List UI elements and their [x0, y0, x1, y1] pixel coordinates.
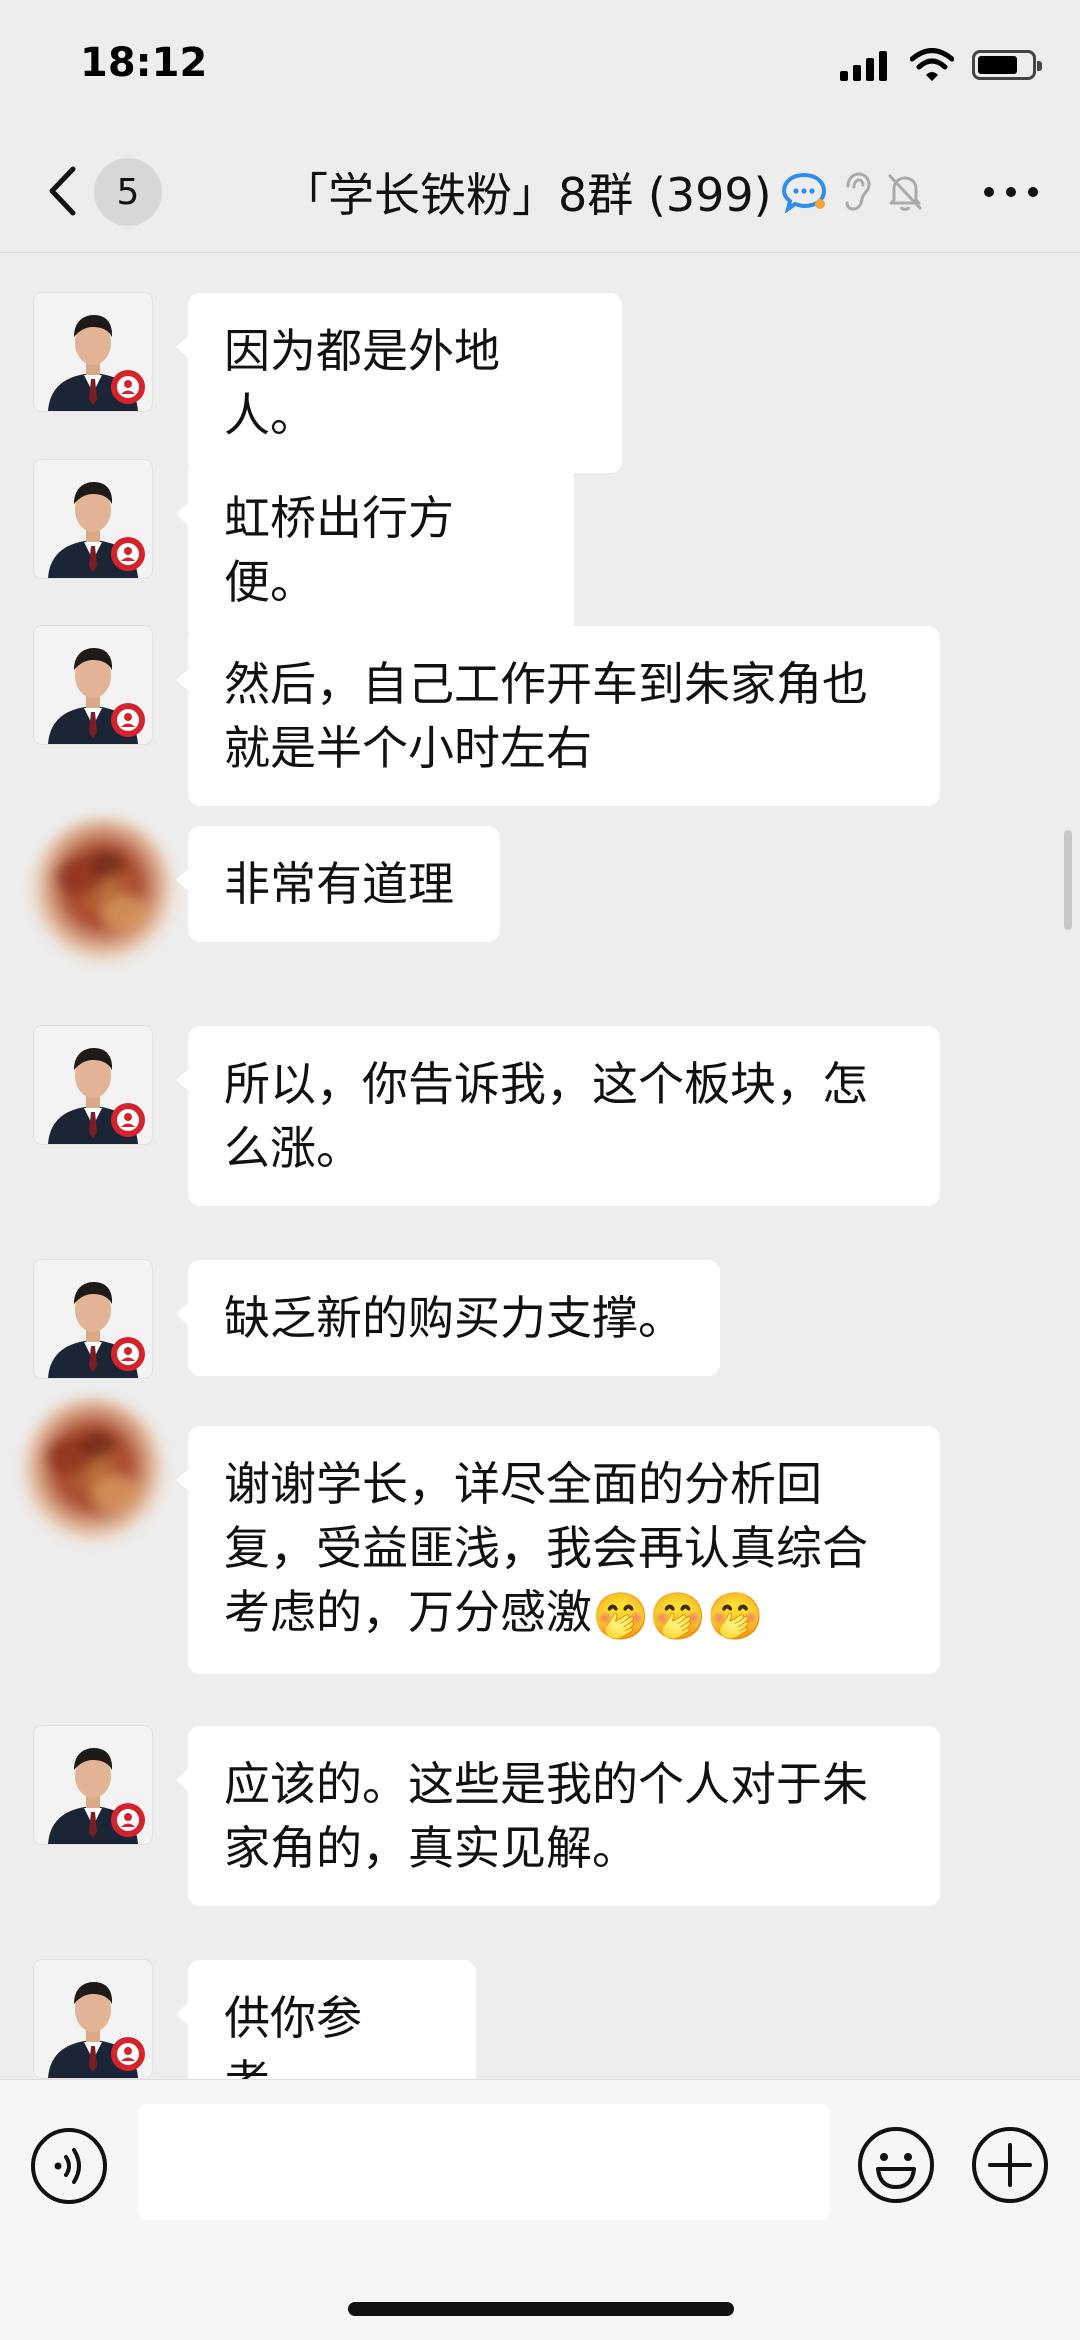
message-text: 非常有道理	[224, 857, 454, 911]
voice-button[interactable]	[30, 2127, 108, 2205]
home-indicator[interactable]	[348, 2302, 734, 2316]
message-text: 虹桥出行方便。	[224, 491, 454, 609]
wifi-icon	[910, 48, 954, 81]
message-bubble[interactable]: 应该的。这些是我的个人对于朱家角的，真实见解。	[176, 1726, 940, 1906]
emoji-smirk-icon: 🤭🤭🤭	[592, 1588, 764, 1643]
message-bubble[interactable]: 虹桥出行方便。	[176, 460, 574, 640]
back-button[interactable]	[36, 160, 88, 222]
message-bubble[interactable]: 谢谢学长，详尽全面的分析回复，受益匪浅，我会再认真综合考虑的，万分感激🤭🤭🤭	[176, 1426, 940, 1674]
chat-header: 5 「学长铁粉」8群 (399)	[0, 130, 1080, 253]
scrollbar-thumb[interactable]	[1064, 830, 1072, 930]
message-list[interactable]: 因为都是外地人。 虹桥出行方便。 然后，自己工作开车到朱家角也就是半个小时左右	[0, 253, 1080, 2079]
expert-avatar[interactable]	[34, 1726, 152, 1844]
plus-button[interactable]	[970, 2125, 1050, 2205]
message-bubble[interactable]: 非常有道理	[176, 826, 500, 942]
battery-level	[978, 56, 1017, 74]
message-text: 供你参考。	[224, 1991, 362, 2079]
emoji-button[interactable]	[856, 2125, 936, 2205]
battery-icon	[972, 50, 1042, 80]
message-text: 因为都是外地人。	[224, 324, 500, 442]
expert-avatar[interactable]	[34, 1026, 152, 1144]
chat-title: 「学长铁粉」8群 (399)	[282, 168, 772, 222]
expert-avatar[interactable]	[34, 1960, 152, 2078]
chat-title-area[interactable]: 「学长铁粉」8群 (399)	[282, 160, 924, 224]
status-bar: 18:12	[0, 0, 1080, 130]
more-button[interactable]	[976, 164, 1046, 220]
message-text: 谢谢学长，详尽全面的分析回复，受益匪浅，我会再认真综合考虑的，万分感激🤭🤭🤭	[224, 1452, 904, 1648]
voice-icon	[31, 2128, 107, 2204]
message-text: 缺乏新的购买力支撑。	[224, 1291, 684, 1345]
unread-count-badge[interactable]: 5	[94, 158, 162, 226]
plus-icon	[972, 2127, 1048, 2203]
message-bubble[interactable]: 所以，你告诉我，这个板块，怎么涨。	[176, 1026, 940, 1206]
muted-bell-icon	[888, 174, 922, 211]
member-avatar[interactable]	[8, 1386, 178, 1566]
signal-icon	[840, 51, 887, 81]
message-input[interactable]	[138, 2104, 830, 2220]
expert-avatar[interactable]	[34, 626, 152, 744]
emoji-icon	[858, 2127, 934, 2203]
expert-avatar[interactable]	[34, 293, 152, 411]
back-chevron-icon	[49, 166, 76, 216]
expert-avatar[interactable]	[34, 460, 152, 578]
status-time: 18:12	[80, 40, 208, 86]
chat-bubble-icon	[781, 172, 826, 213]
message-bubble[interactable]: 因为都是外地人。	[176, 293, 622, 473]
expert-avatar[interactable]	[34, 1260, 152, 1378]
message-bubble[interactable]: 供你参考。	[176, 1960, 476, 2079]
message-bubble[interactable]: 然后，自己工作开车到朱家角也就是半个小时左右	[176, 626, 940, 806]
message-text: 应该的。这些是我的个人对于朱家角的，真实见解。	[224, 1757, 868, 1875]
message-text: 然后，自己工作开车到朱家角也就是半个小时左右	[224, 657, 868, 775]
member-avatar[interactable]	[18, 806, 188, 986]
chat-status-icons	[781, 171, 924, 213]
status-icons	[840, 48, 1042, 82]
message-text: 所以，你告诉我，这个板块，怎么涨。	[224, 1057, 868, 1175]
more-dots-icon	[984, 187, 1038, 197]
ear-icon	[845, 172, 871, 211]
input-bar	[0, 2079, 1080, 2340]
message-bubble[interactable]: 缺乏新的购买力支撑。	[176, 1260, 720, 1376]
